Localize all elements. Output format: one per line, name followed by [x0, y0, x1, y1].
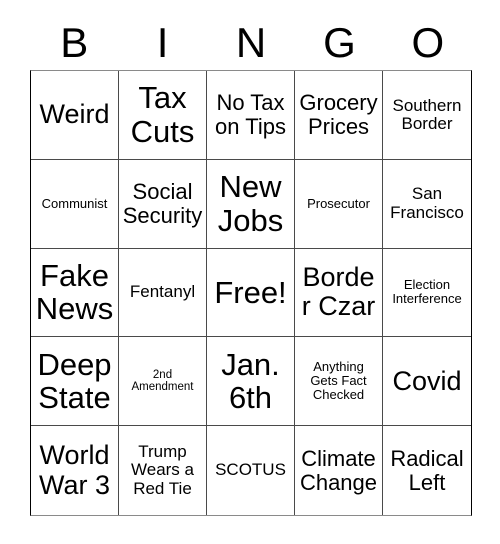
bingo-cell-label: Border Czar — [301, 262, 376, 322]
bingo-cell-label: Fake News — [35, 258, 114, 327]
bingo-cell[interactable]: World War 3 — [31, 426, 119, 515]
bingo-cell[interactable]: Anything Gets Fact Checked — [295, 337, 383, 427]
bingo-cell-label: New Jobs — [217, 169, 284, 238]
bingo-cell-label: World War 3 — [38, 440, 110, 500]
bingo-header-letter-g: G — [323, 19, 356, 66]
bingo-cell-label: Grocery Prices — [299, 90, 378, 139]
bingo-cell-label: Trump Wears a Red Tie — [131, 442, 194, 498]
bingo-cell-label: San Francisco — [390, 184, 464, 222]
bingo-cell[interactable]: SCOTUS — [207, 426, 295, 515]
bingo-cell-label: Covid — [392, 365, 462, 396]
bingo-cell-free-space[interactable]: Free! — [207, 248, 295, 338]
bingo-header-letter-o: O — [411, 19, 445, 66]
bingo-cell-label: Radical Left — [390, 445, 464, 495]
bingo-cell-label: Social Security — [122, 178, 203, 228]
bingo-cell-label: Prosecutor — [307, 195, 370, 211]
bingo-cell[interactable]: Jan. 6th — [207, 337, 295, 427]
bingo-cell[interactable]: No Tax on Tips — [207, 71, 295, 160]
bingo-cell[interactable]: Trump Wears a Red Tie — [119, 426, 207, 515]
bingo-cell-label: 2nd Amendment — [131, 368, 194, 394]
bingo-cell[interactable]: Climate Change — [295, 426, 383, 515]
bingo-cell[interactable]: Covid — [383, 337, 471, 427]
bingo-cell-label: Communist — [41, 195, 108, 211]
bingo-cell[interactable]: Tax Cuts — [119, 71, 207, 160]
bingo-cell[interactable]: Radical Left — [383, 426, 471, 515]
bingo-cell[interactable]: Fentanyl — [119, 248, 207, 338]
bingo-cell[interactable]: Communist — [31, 159, 119, 249]
bingo-cell-label: Election Interference — [392, 277, 462, 307]
bingo-cell-label: Anything Gets Fact Checked — [310, 359, 367, 403]
bingo-cell[interactable]: Southern Border — [383, 71, 471, 160]
bingo-cell-label: Free! — [214, 274, 287, 310]
bingo-cell[interactable]: 2nd Amendment — [119, 337, 207, 427]
bingo-cell[interactable]: San Francisco — [383, 159, 471, 249]
bingo-cell[interactable]: Fake News — [31, 248, 119, 338]
bingo-cell[interactable]: Border Czar — [295, 248, 383, 338]
bingo-cell[interactable]: Grocery Prices — [295, 71, 383, 160]
bingo-cell[interactable]: Election Interference — [383, 248, 471, 338]
bingo-cell-label: Fentanyl — [129, 282, 196, 302]
bingo-grid: Weird Tax Cuts No Tax on Tips Grocery Pr… — [30, 70, 472, 516]
bingo-header-letter-b: B — [60, 19, 89, 66]
bingo-cell-label: Weird — [39, 99, 110, 130]
bingo-cell[interactable]: New Jobs — [207, 159, 295, 249]
bingo-cell-label: SCOTUS — [215, 460, 286, 480]
bingo-header-letter-n: N — [235, 19, 267, 66]
bingo-cell[interactable]: Deep State — [31, 337, 119, 427]
bingo-header-row: B I N G O — [30, 16, 472, 70]
bingo-header-letter-i: I — [156, 19, 169, 66]
bingo-cell-label: Tax Cuts — [130, 80, 195, 149]
bingo-cell-label: Southern Border — [392, 95, 462, 133]
bingo-cell-label: No Tax on Tips — [215, 90, 286, 139]
bingo-cell-label: Jan. 6th — [221, 346, 280, 416]
bingo-cell-label: Deep State — [37, 346, 112, 416]
bingo-cell[interactable]: Prosecutor — [295, 159, 383, 249]
bingo-cell-label: Climate Change — [299, 445, 378, 495]
bingo-cell[interactable]: Social Security — [119, 159, 207, 249]
bingo-card: B I N G O Weird Tax Cuts No Tax on Tips … — [0, 0, 500, 544]
bingo-cell[interactable]: Weird — [31, 71, 119, 160]
